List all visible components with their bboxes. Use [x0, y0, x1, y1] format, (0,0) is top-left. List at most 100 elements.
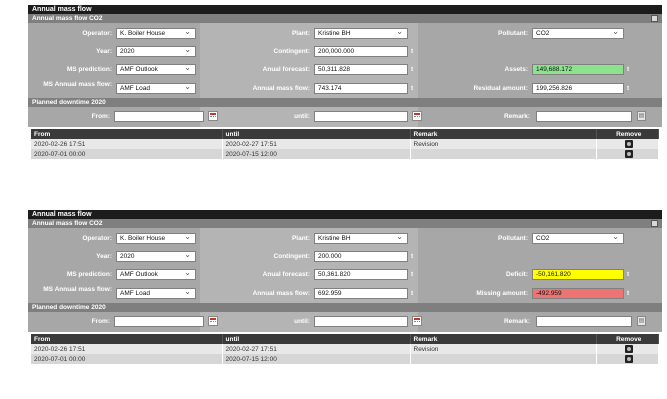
- residual-amount-value: 199,256.826: [532, 83, 624, 94]
- plant-select[interactable]: Kristine BH: [314, 28, 408, 39]
- row-until: 2020-07-15 12:00: [222, 354, 411, 364]
- downtime-header: Planned downtime 2020: [28, 303, 662, 312]
- panel-subtitle: Annual mass flow CO2: [28, 219, 662, 228]
- header-until: until: [222, 334, 411, 344]
- row-remove-cell: [596, 344, 659, 354]
- residual-amount-label: Residual amount:: [473, 85, 528, 92]
- table-row: 2020-02-26 17:51 2020-02-27 17:51 Revisi…: [31, 139, 659, 149]
- anual-forecast-label: Anual forecast:: [262, 271, 310, 278]
- add-downtime-button[interactable]: ▤: [637, 111, 646, 121]
- table-header-row: From until Remark Remove: [31, 334, 659, 344]
- from-input[interactable]: [114, 111, 204, 122]
- deficit-label: Deficit:: [505, 271, 528, 278]
- row-remark: [410, 149, 597, 159]
- anual-forecast-label: Anual forecast:: [262, 66, 310, 73]
- annual-mass-flow-unit: t: [411, 85, 414, 92]
- annual-mass-flow-label: Annual mass flow:: [252, 290, 310, 297]
- ms-prediction-select[interactable]: AMF Outlook: [116, 269, 196, 280]
- pollutant-select[interactable]: CO2: [532, 233, 624, 244]
- year-select[interactable]: 2020: [116, 251, 196, 262]
- table-row: 2020-07-01 00:00 2020-07-15 12:00: [31, 149, 659, 159]
- pollutant-select[interactable]: CO2: [532, 28, 624, 39]
- contingent-input[interactable]: 200.000: [314, 251, 408, 262]
- plant-select[interactable]: Kristine BH: [314, 233, 408, 244]
- header-remark: Remark: [410, 129, 597, 139]
- annual-mass-flow-input[interactable]: 692.959: [314, 288, 408, 299]
- ms-prediction-label: MS prediction:: [66, 271, 112, 278]
- panel-title: Annual mass flow: [28, 5, 662, 14]
- header-remove: Remove: [596, 129, 659, 139]
- deficit-value: -50,161.820: [532, 269, 624, 280]
- header-remark: Remark: [410, 334, 597, 344]
- ms-annual-select[interactable]: AMF Load: [116, 83, 196, 94]
- operator-select[interactable]: K. Boiler House: [116, 28, 196, 39]
- row-from: 2020-02-26 17:51: [31, 139, 223, 149]
- subtitle-text: Annual mass flow CO2: [32, 15, 103, 22]
- downtime-table-wrap: From until Remark Remove 2020-02-26 17:5…: [28, 332, 662, 367]
- collapse-icon[interactable]: [651, 15, 658, 22]
- annual-mass-flow-panel-1: Annual mass flow Annual mass flow CO2 Op…: [28, 5, 662, 162]
- pollutant-label: Pollutant:: [498, 30, 528, 37]
- downtime-header: Planned downtime 2020: [28, 98, 662, 107]
- remark-label: Remark:: [503, 113, 530, 120]
- anual-forecast-input[interactable]: 50,311.828: [314, 64, 408, 75]
- header-until: until: [222, 129, 411, 139]
- pollutant-label: Pollutant:: [498, 235, 528, 242]
- row-remark: [410, 354, 597, 364]
- from-input[interactable]: [114, 316, 204, 327]
- row-from: 2020-07-01 00:00: [31, 149, 223, 159]
- from-calendar-icon[interactable]: [208, 111, 218, 121]
- downtime-table: From until Remark Remove 2020-02-26 17:5…: [31, 129, 659, 159]
- anual-forecast-input[interactable]: 50,361.820: [314, 269, 408, 280]
- delete-icon[interactable]: [624, 355, 633, 363]
- add-downtime-button[interactable]: ▤: [637, 316, 646, 326]
- header-from: From: [31, 334, 223, 344]
- ms-annual-label: MS Annual mass flow:: [43, 81, 112, 88]
- downtime-table: From until Remark Remove 2020-02-26 17:5…: [31, 334, 659, 364]
- remark-input[interactable]: [536, 111, 632, 122]
- operator-select[interactable]: K. Boiler House: [116, 233, 196, 244]
- until-calendar-icon[interactable]: [412, 111, 422, 121]
- assets-label: Assets:: [504, 66, 528, 73]
- until-label: until:: [294, 318, 310, 325]
- assets-value: 149,688.172: [532, 64, 624, 75]
- delete-icon[interactable]: [624, 140, 633, 148]
- year-select[interactable]: 2020: [116, 46, 196, 57]
- contingent-label: Contingent:: [273, 253, 310, 260]
- annual-mass-flow-input[interactable]: 743.174: [314, 83, 408, 94]
- annual-mass-flow-unit: t: [411, 290, 414, 297]
- delete-icon[interactable]: [624, 150, 633, 158]
- ms-annual-label: MS Annual mass flow:: [43, 286, 112, 293]
- downtime-table-wrap: From until Remark Remove 2020-02-26 17:5…: [28, 127, 662, 162]
- deficit-unit: t: [627, 271, 630, 278]
- header-from: From: [31, 129, 223, 139]
- anual-forecast-unit: t: [411, 271, 414, 278]
- downtime-form: From: until: Remark: ▤: [28, 107, 662, 127]
- row-until: 2020-02-27 17:51: [222, 139, 411, 149]
- annual-mass-flow-panel-2: Annual mass flow Annual mass flow CO2 Op…: [28, 210, 662, 367]
- contingent-unit: t: [411, 48, 414, 55]
- collapse-icon[interactable]: [651, 220, 658, 227]
- row-from: 2020-02-26 17:51: [31, 344, 223, 354]
- ms-prediction-select[interactable]: AMF Outlook: [116, 64, 196, 75]
- from-label: From:: [91, 113, 110, 120]
- until-input[interactable]: [314, 111, 408, 122]
- anual-forecast-unit: t: [411, 66, 414, 73]
- annual-mass-flow-label: Annual mass flow:: [252, 85, 310, 92]
- missing-amount-value: -492.959: [532, 288, 624, 299]
- from-label: From:: [91, 318, 110, 325]
- panel-title: Annual mass flow: [28, 210, 662, 219]
- residual-amount-unit: t: [627, 85, 630, 92]
- ms-annual-select[interactable]: AMF Load: [116, 288, 196, 299]
- downtime-form: From: until: Remark: ▤: [28, 312, 662, 332]
- remark-input[interactable]: [536, 316, 632, 327]
- panel-subtitle: Annual mass flow CO2: [28, 14, 662, 23]
- delete-icon[interactable]: [624, 345, 633, 353]
- until-calendar-icon[interactable]: [412, 316, 422, 326]
- table-header-row: From until Remark Remove: [31, 129, 659, 139]
- until-input[interactable]: [314, 316, 408, 327]
- missing-amount-label: Missing amount:: [476, 290, 528, 297]
- contingent-input[interactable]: 200,000.000: [314, 46, 408, 57]
- subtitle-text: Annual mass flow CO2: [32, 220, 103, 227]
- from-calendar-icon[interactable]: [208, 316, 218, 326]
